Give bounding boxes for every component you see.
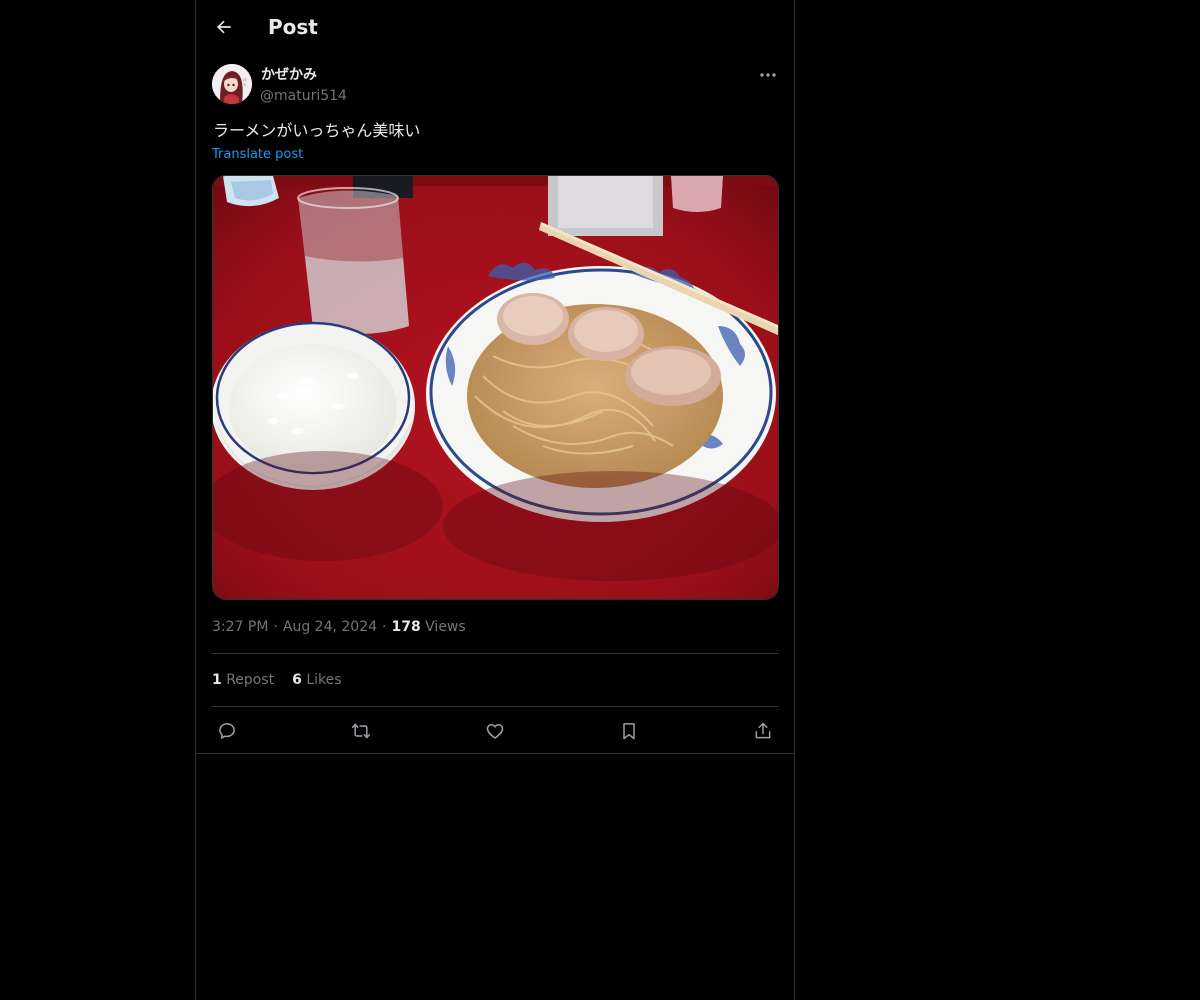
likes-label: Likes: [306, 672, 342, 688]
heart-icon: [486, 724, 504, 739]
back-button[interactable]: [208, 11, 240, 43]
top-bar: Post: [196, 0, 794, 54]
anime-girl-avatar-icon: [212, 64, 252, 104]
reply-button[interactable]: [212, 716, 242, 746]
bookmark-button[interactable]: [614, 716, 644, 746]
bookmark-icon: [623, 723, 635, 740]
avatar[interactable]: [212, 64, 252, 104]
repost-icon: [351, 723, 371, 739]
page-title: Post: [268, 15, 318, 39]
post-text: ラーメンがいっちゃん美味い: [213, 121, 421, 140]
arrow-left-icon: [216, 20, 231, 34]
action-bar: [196, 712, 794, 750]
reposts-label: Repost: [226, 672, 275, 688]
post-time[interactable]: 3:27 PM: [212, 619, 268, 635]
post-image[interactable]: [212, 175, 779, 600]
post-stats: 1 Repost 6 Likes: [212, 670, 342, 690]
views-label: Views: [425, 619, 466, 635]
views-count: 178: [391, 619, 421, 635]
reply-icon: [219, 723, 235, 739]
author-display-name[interactable]: かぜかみ: [261, 66, 317, 84]
reposts-stat[interactable]: 1 Repost: [212, 672, 274, 688]
divider: [212, 706, 779, 707]
more-options-button[interactable]: [756, 64, 780, 86]
separator: ·: [382, 619, 387, 635]
post-column: Post かぜかみ @maturi514 ラーメンがいっちゃん美味い Trans…: [195, 0, 795, 1000]
like-button[interactable]: [480, 716, 510, 746]
ramen-and-rice-photo-icon: [213, 176, 778, 599]
repost-button[interactable]: [346, 716, 376, 746]
translate-post-link[interactable]: Translate post: [212, 146, 303, 164]
author-handle[interactable]: @maturi514: [260, 87, 347, 105]
separator: ·: [273, 619, 278, 635]
divider: [196, 753, 794, 754]
post-metadata: 3:27 PM · Aug 24, 2024 · 178 Views: [212, 617, 466, 637]
more-horizontal-icon: [760, 73, 776, 77]
likes-stat[interactable]: 6 Likes: [292, 672, 341, 688]
share-button[interactable]: [748, 716, 778, 746]
divider: [212, 653, 779, 654]
share-icon: [755, 722, 771, 739]
post-date[interactable]: Aug 24, 2024: [283, 619, 377, 635]
likes-count: 6: [292, 672, 302, 688]
reposts-count: 1: [212, 672, 222, 688]
